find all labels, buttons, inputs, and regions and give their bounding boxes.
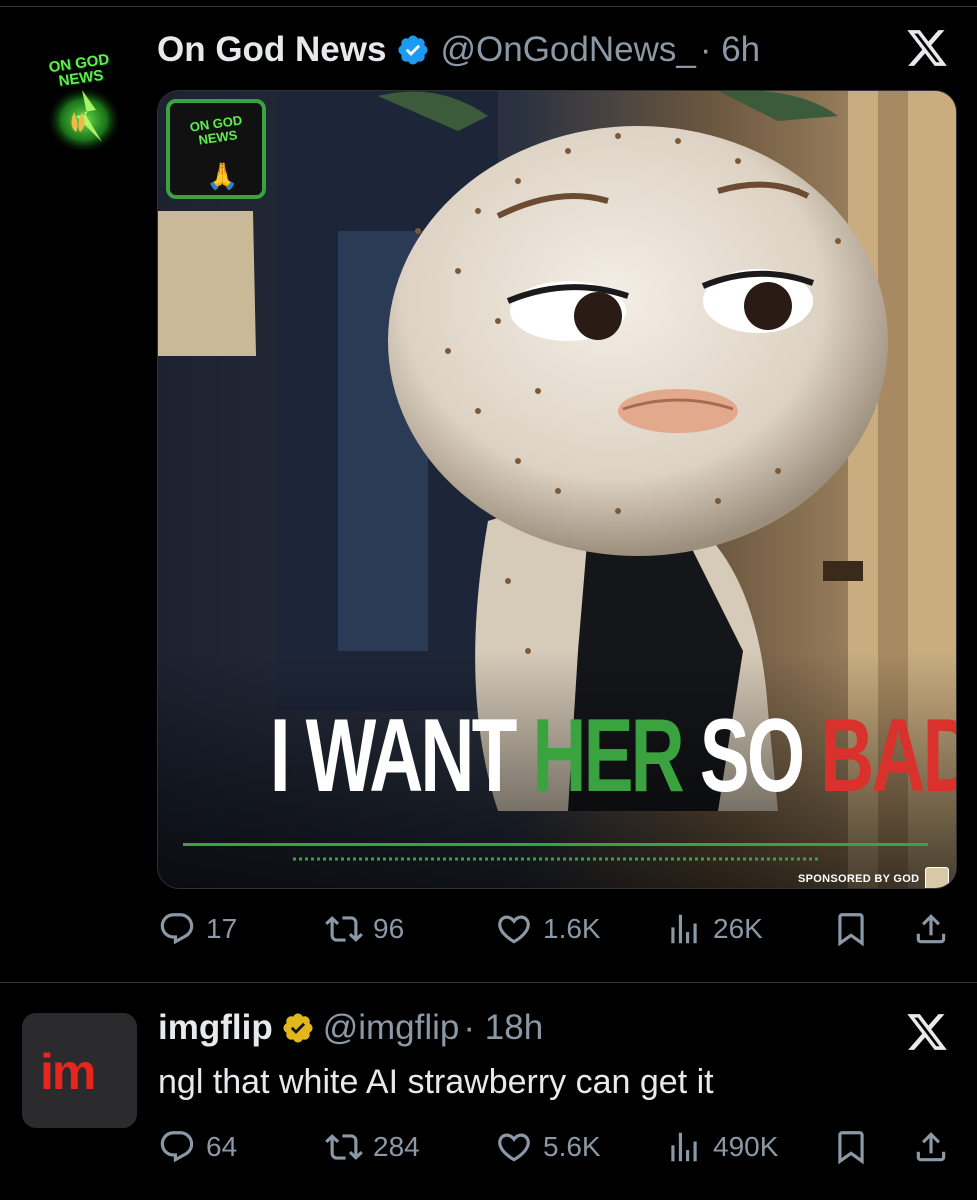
reply-count: 17 (206, 913, 238, 944)
like-count: 5.6K (543, 1131, 601, 1162)
caption-word-2: HER (532, 698, 684, 814)
x-logo-icon (905, 1010, 949, 1059)
avatar[interactable]: ON GOD NEWS (24, 40, 134, 154)
avatar-logo-text: im (40, 1044, 96, 1100)
tweet-text: ngl that white AI strawberry can get it (158, 1063, 714, 1101)
views-count: 490K (713, 1131, 779, 1162)
like-icon (498, 915, 530, 944)
bookmark-icon (838, 913, 864, 947)
sponsor-text: SPONSORED BY GOD (798, 873, 920, 885)
repost-count: 284 (373, 1131, 420, 1162)
like-count: 1.6K (543, 913, 601, 944)
caption-word-1: I WANT (269, 698, 518, 814)
sponsor-avatar (925, 867, 950, 888)
handle[interactable]: @OnGodNews_ (440, 30, 695, 70)
verified-badge-icon (281, 1011, 315, 1045)
display-name[interactable]: imgflip (158, 1008, 273, 1048)
reply-button[interactable]: 64 (158, 1128, 237, 1166)
tweet-divider (0, 982, 977, 983)
top-divider (0, 0, 977, 7)
repost-icon (325, 1134, 363, 1160)
reply-button[interactable]: 17 (158, 910, 237, 948)
share-button[interactable] (912, 910, 950, 948)
views-icon (671, 1132, 697, 1162)
verified-badge-icon (396, 33, 430, 67)
share-button[interactable] (912, 1128, 950, 1166)
video-caption: I WANT HER SO BAD (269, 698, 956, 814)
repost-button[interactable]: 284 (325, 1128, 420, 1166)
like-icon (498, 1133, 530, 1162)
share-icon (916, 914, 946, 944)
timestamp[interactable]: · 6h (700, 30, 760, 70)
channel-badge-text: ON GOD NEWS (188, 112, 244, 148)
views-button[interactable]: 490K (665, 1128, 778, 1166)
bookmark-button[interactable] (832, 910, 870, 948)
like-button[interactable]: 1.6K (495, 910, 601, 948)
tweet-header: imgflip @imgflip · 18h (158, 1008, 543, 1048)
repost-icon (325, 916, 363, 942)
views-button[interactable]: 26K (665, 910, 763, 948)
reply-icon (160, 1131, 194, 1163)
praying-hands-icon: 🙏 (206, 161, 239, 191)
avatar[interactable]: im (22, 1013, 137, 1128)
tweet-header: On God News @OnGodNews_ · 6h (157, 30, 760, 70)
display-name[interactable]: On God News (157, 30, 386, 70)
share-icon (916, 1132, 946, 1162)
repost-button[interactable]: 96 (325, 910, 404, 948)
reply-count: 64 (206, 1131, 238, 1162)
like-button[interactable]: 5.6K (495, 1128, 601, 1166)
repost-count: 96 (373, 913, 405, 944)
timestamp[interactable]: · 18h (463, 1008, 543, 1048)
handle[interactable]: @imgflip (323, 1008, 460, 1048)
views-icon (671, 914, 697, 944)
reply-icon (160, 913, 194, 945)
sponsor-tag: SPONSORED BY GOD (798, 867, 950, 888)
caption-word-4: BAD (820, 698, 956, 814)
caption-word-3: SO (699, 698, 805, 814)
views-count: 26K (713, 913, 763, 944)
media-video[interactable]: ON GOD NEWS 🙏 I WANT HER SO BAD SPONSORE… (157, 90, 957, 889)
bookmark-icon (838, 1131, 864, 1165)
bookmark-button[interactable] (832, 1128, 870, 1166)
channel-badge: ON GOD NEWS 🙏 (166, 99, 266, 199)
x-logo-icon (905, 26, 949, 82)
